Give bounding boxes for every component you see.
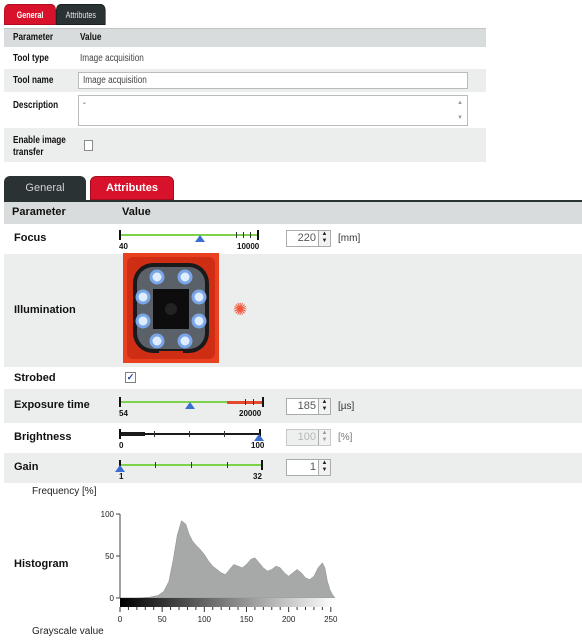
y-tick-label: 0 <box>110 594 115 603</box>
focus-spinbox[interactable]: 220 ▲ ▼ <box>286 230 331 247</box>
focus-row: Focus 40 10000 220 ▲ ▼ [mm] <box>4 224 582 254</box>
table-header: Parameter Value <box>4 200 582 224</box>
tool-name-input[interactable]: Image acquisition <box>78 72 468 89</box>
focus-label: Focus <box>14 232 47 244</box>
histogram-chart: 100 50 0 0 50 100 150 200 250 <box>101 510 338 624</box>
tool-type-value: Image acquisition <box>80 53 144 64</box>
illumination-row: Illumination <box>4 254 582 367</box>
tab-general[interactable]: General <box>4 176 86 200</box>
enable-image-transfer-label: Enable image transfer <box>13 135 66 158</box>
exposure-time-spinbox[interactable]: 185 ▲ ▼ <box>286 398 331 415</box>
gain-max-label: 32 <box>253 472 262 481</box>
brightness-min-label: 0 <box>119 441 124 450</box>
strobed-label: Strobed <box>14 372 56 384</box>
small-tab-general[interactable]: General <box>4 4 56 25</box>
header-value: Value <box>122 206 151 218</box>
gain-spinbox[interactable]: 1 ▲ ▼ <box>286 459 331 476</box>
exposure-time-value: 185 <box>297 400 316 412</box>
gain-min-label: 1 <box>119 472 124 481</box>
focus-slider[interactable]: 40 10000 <box>119 230 259 254</box>
x-tick-label: 0 <box>118 615 123 624</box>
gain-value: 1 <box>309 461 316 473</box>
tool-name-label: Tool name <box>13 75 54 86</box>
gear-icon[interactable]: ✺ <box>233 301 247 318</box>
histogram-x-title: Grayscale value <box>32 626 104 637</box>
y-tick-label: 100 <box>101 510 115 519</box>
enable-image-transfer-checkbox[interactable] <box>84 140 93 151</box>
tool-name-row: Tool name Image acquisition <box>4 69 486 92</box>
description-textarea[interactable]: - ▲ ▼ <box>78 95 468 126</box>
enable-image-transfer-row: Enable image transfer <box>4 128 486 162</box>
description-value: - <box>83 98 86 109</box>
gain-slider[interactable]: 1 32 <box>115 460 263 484</box>
small-tab-attributes[interactable]: Attributes <box>56 4 106 25</box>
brightness-unit: [%] <box>338 432 353 443</box>
small-header-value: Value <box>80 32 102 43</box>
focus-unit: [mm] <box>338 233 361 244</box>
gain-row: Gain 1 32 1 ▲ ▼ <box>4 453 582 483</box>
exposure-up-icon[interactable]: ▲ <box>319 399 330 406</box>
brightness-label: Brightness <box>14 431 72 443</box>
exposure-time-row: Exposure time 54 20000 185 ▲ ▼ [µs] <box>4 389 582 423</box>
y-tick-label: 50 <box>105 552 114 561</box>
camera-illumination-image[interactable] <box>123 253 219 363</box>
x-tick-label: 200 <box>282 615 296 624</box>
exposure-time-unit: [µs] <box>338 401 355 412</box>
strobed-checkbox[interactable]: ✓ <box>125 372 136 383</box>
header-parameter: Parameter <box>12 206 66 218</box>
brightness-row: Brightness 0 100 100 ▲ ▼ [%] <box>4 423 582 453</box>
exposure-time-max-label: 20000 <box>239 409 262 418</box>
histogram-label: Histogram <box>14 558 69 570</box>
x-tick-label: 50 <box>158 615 167 624</box>
x-tick-label: 250 <box>324 615 338 624</box>
focus-value: 220 <box>297 232 316 244</box>
small-header-parameter: Parameter <box>13 32 54 43</box>
description-row: Description - ▲ ▼ <box>4 92 486 128</box>
brightness-value: 100 <box>297 431 316 443</box>
tool-type-row: Tool type Image acquisition <box>4 47 486 69</box>
scroll-up-icon[interactable]: ▲ <box>457 100 463 106</box>
grayscale-gradient-bar <box>120 598 335 607</box>
brightness-slider[interactable]: 0 100 <box>119 429 265 453</box>
exposure-time-min-label: 54 <box>119 409 128 418</box>
gain-slider-thumb[interactable] <box>115 465 125 472</box>
histogram-area <box>120 520 336 599</box>
brightness-max-label: 100 <box>251 441 265 450</box>
exposure-down-icon[interactable]: ▼ <box>319 406 330 413</box>
gain-up-icon[interactable]: ▲ <box>319 460 330 467</box>
illumination-label: Illumination <box>14 304 76 316</box>
focus-max-label: 10000 <box>237 242 260 251</box>
brightness-spinbox[interactable]: 100 ▲ ▼ <box>286 429 331 446</box>
small-table-header: Parameter Value <box>4 28 486 47</box>
description-label: Description <box>13 100 59 111</box>
exposure-time-slider[interactable]: 54 20000 <box>119 397 264 421</box>
histogram-y-title: Frequency [%] <box>32 486 97 497</box>
tab-attributes[interactable]: Attributes <box>90 176 174 200</box>
exposure-time-label: Exposure time <box>14 399 90 411</box>
brightness-up-icon[interactable]: ▲ <box>319 430 330 437</box>
focus-up-icon[interactable]: ▲ <box>319 231 330 238</box>
gain-down-icon[interactable]: ▼ <box>319 467 330 474</box>
x-tick-label: 100 <box>198 615 212 624</box>
focus-slider-thumb[interactable] <box>195 235 205 242</box>
brightness-slider-thumb[interactable] <box>254 434 264 441</box>
description-scrollbar[interactable]: ▲ ▼ <box>457 98 465 123</box>
tool-type-label: Tool type <box>13 53 49 64</box>
focus-min-label: 40 <box>119 242 128 251</box>
x-tick-label: 150 <box>240 615 254 624</box>
gain-label: Gain <box>14 461 39 473</box>
scroll-down-icon[interactable]: ▼ <box>457 115 463 121</box>
exposure-time-slider-thumb[interactable] <box>185 402 195 409</box>
focus-down-icon[interactable]: ▼ <box>319 238 330 245</box>
brightness-down-icon[interactable]: ▼ <box>319 437 330 444</box>
strobed-row: Strobed ✓ <box>4 367 582 389</box>
tool-name-input-value: Image acquisition <box>83 75 147 86</box>
